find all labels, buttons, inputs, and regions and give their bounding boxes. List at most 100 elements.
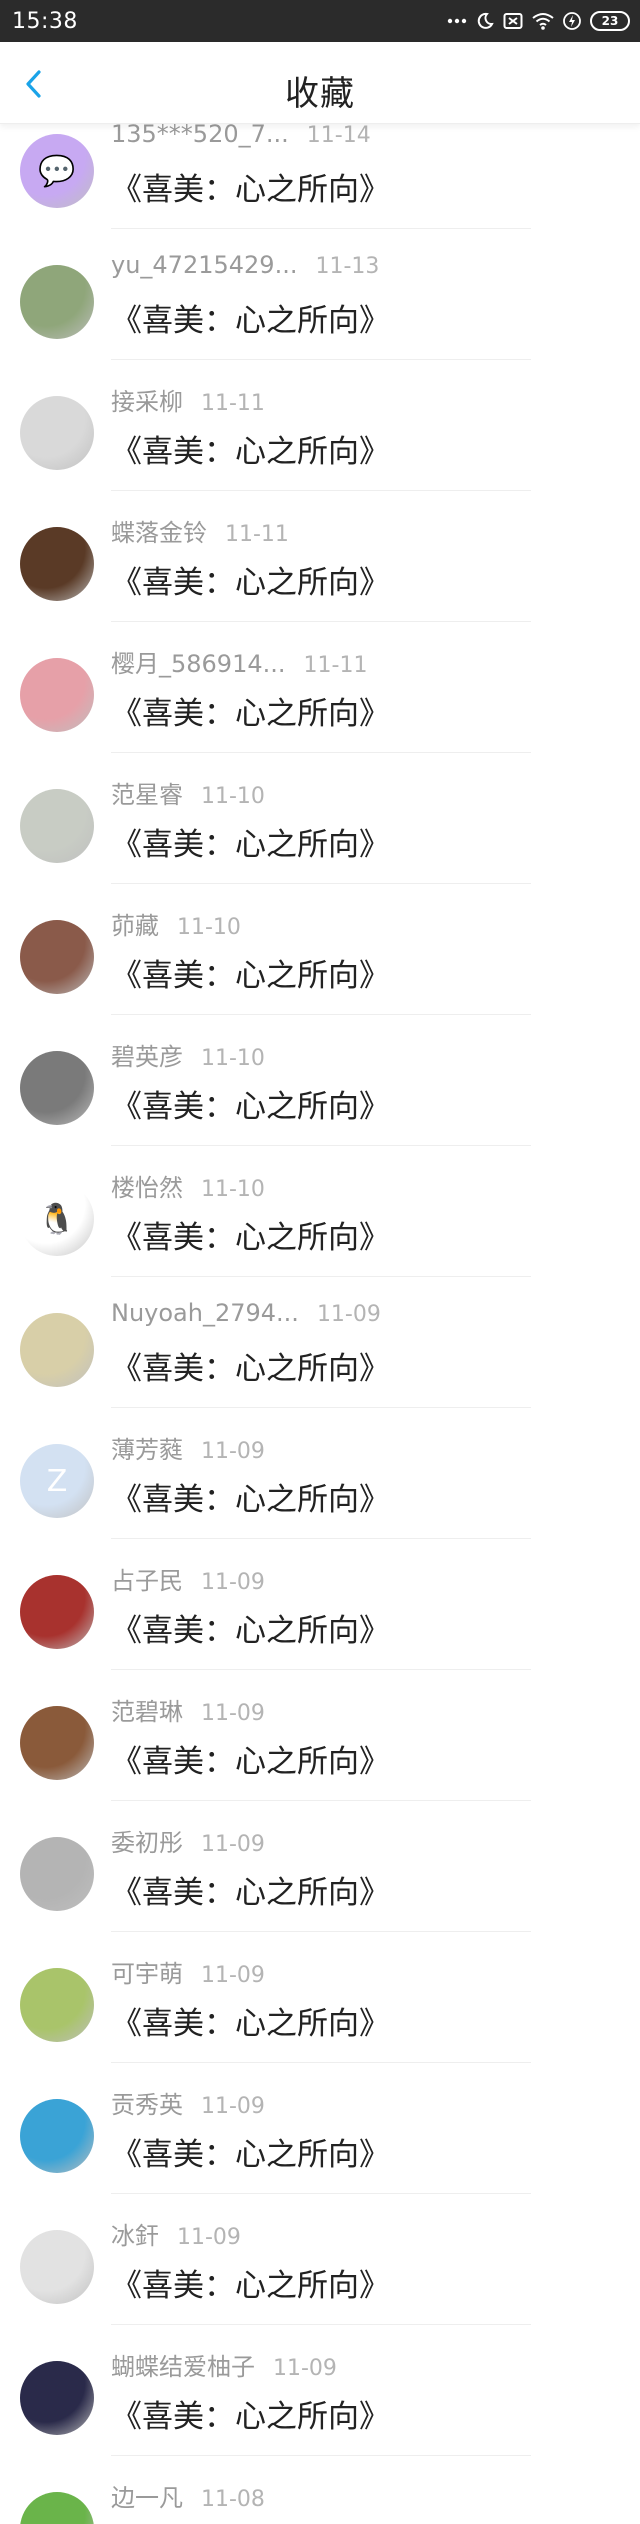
avatar[interactable] [20, 2230, 94, 2304]
favorite-title[interactable]: 《喜美：心之所向》 [111, 1474, 390, 1519]
favorite-title[interactable]: 《喜美：心之所向》 [111, 1867, 390, 1912]
user-name[interactable]: 占子民 [111, 1561, 183, 1596]
item-meta: 薄芳蕤 11-09 [111, 1430, 265, 1466]
page-title: 收藏 [285, 74, 355, 114]
item-date: 11-09 [316, 1302, 381, 1327]
row-divider [111, 1145, 531, 1146]
avatar[interactable] [20, 2492, 94, 2524]
user-name[interactable]: 委初彤 [111, 1823, 183, 1858]
list-item[interactable]: Nuyoah_2794... 11-09 《喜美：心之所向》 [0, 1299, 640, 1430]
user-name[interactable]: 碧英彦 [111, 1037, 183, 1072]
user-name[interactable]: 范碧琳 [111, 1692, 183, 1727]
user-name[interactable]: 冰釬 [111, 2216, 159, 2251]
avatar[interactable] [20, 265, 94, 339]
favorite-title[interactable]: 《喜美：心之所向》 [111, 819, 390, 864]
favorite-title[interactable]: 《喜美：心之所向》 [111, 2129, 390, 2174]
avatar[interactable] [20, 2099, 94, 2173]
list-item[interactable]: 范星睿 11-10 《喜美：心之所向》 [0, 775, 640, 906]
favorite-title[interactable]: 《喜美：心之所向》 [111, 2391, 390, 2436]
list-item[interactable]: 蝶落金铃 11-11 《喜美：心之所向》 [0, 513, 640, 644]
favorite-title[interactable]: 《喜美：心之所向》 [111, 164, 390, 209]
avatar[interactable] [20, 527, 94, 601]
list-item[interactable]: 樱月_586914... 11-11 《喜美：心之所向》 [0, 644, 640, 775]
user-name[interactable]: 蝴蝶结爱柚子 [111, 2347, 255, 2382]
user-name[interactable]: 范星睿 [111, 775, 183, 810]
avatar[interactable] [20, 396, 94, 470]
avatar[interactable] [20, 1575, 94, 1649]
row-divider [111, 490, 531, 491]
row-divider [111, 1014, 531, 1015]
favorite-title[interactable]: 《喜美：心之所向》 [111, 688, 390, 733]
favorite-title[interactable]: 《喜美：心之所向》 [111, 1343, 390, 1388]
favorite-title[interactable]: 《喜美：心之所向》 [111, 950, 390, 995]
avatar[interactable]: Z [20, 1444, 94, 1518]
avatar[interactable] [20, 789, 94, 863]
avatar-glyph: 🐧 [38, 1201, 76, 1237]
row-divider [111, 752, 531, 753]
list-item[interactable]: 蝴蝶结爱柚子 11-09 《喜美：心之所向》 [0, 2347, 640, 2478]
avatar[interactable]: 🐧 [20, 1182, 94, 1256]
list-item[interactable]: 💬 135***520_7... 11-14 《喜美：心之所向》 [0, 124, 640, 251]
favorite-title[interactable]: 《喜美：心之所向》 [111, 295, 390, 340]
item-meta: 135***520_7... 11-14 [111, 124, 371, 156]
user-name[interactable]: 楼怡然 [111, 1168, 183, 1203]
avatar[interactable] [20, 2361, 94, 2435]
item-meta: 碧英彦 11-10 [111, 1037, 265, 1073]
user-name[interactable]: 边一凡 [111, 2478, 183, 2513]
avatar[interactable] [20, 1313, 94, 1387]
row-divider [111, 1669, 531, 1670]
list-item[interactable]: Z 薄芳蕤 11-09 《喜美：心之所向》 [0, 1430, 640, 1561]
item-date: 11-11 [225, 522, 289, 547]
user-name[interactable]: Nuyoah_2794... [111, 1299, 299, 1327]
avatar[interactable] [20, 658, 94, 732]
favorite-title[interactable]: 《喜美：心之所向》 [111, 1736, 390, 1781]
list-item[interactable]: 茆藏 11-10 《喜美：心之所向》 [0, 906, 640, 1037]
list-item[interactable]: 边一凡 11-08 [0, 2478, 640, 2524]
list-item[interactable]: yu_47215429... 11-13 《喜美：心之所向》 [0, 251, 640, 382]
status-icons: 23 [447, 11, 630, 31]
item-date: 11-10 [201, 784, 265, 809]
user-name[interactable]: 薄芳蕤 [111, 1430, 183, 1465]
user-name[interactable]: 蝶落金铃 [111, 513, 207, 548]
list-item[interactable]: 碧英彦 11-10 《喜美：心之所向》 [0, 1037, 640, 1168]
favorite-title[interactable]: 《喜美：心之所向》 [111, 1998, 390, 2043]
avatar-glyph: Z [46, 1463, 68, 1499]
favorite-title[interactable]: 《喜美：心之所向》 [111, 2260, 390, 2305]
moon-icon [476, 12, 494, 30]
favorite-title[interactable]: 《喜美：心之所向》 [111, 1081, 390, 1126]
list-item[interactable]: 占子民 11-09 《喜美：心之所向》 [0, 1561, 640, 1692]
list-item[interactable]: 🐧 楼怡然 11-10 《喜美：心之所向》 [0, 1168, 640, 1299]
favorite-title[interactable]: 《喜美：心之所向》 [111, 557, 390, 602]
user-name[interactable]: 茆藏 [111, 906, 159, 941]
user-name[interactable]: 贡秀英 [111, 2085, 183, 2120]
charging-icon [563, 12, 581, 30]
avatar[interactable] [20, 1051, 94, 1125]
item-date: 11-11 [201, 391, 265, 416]
item-meta: 占子民 11-09 [111, 1561, 265, 1597]
item-meta: 委初彤 11-09 [111, 1823, 265, 1859]
item-date: 11-09 [273, 2356, 337, 2381]
avatar[interactable] [20, 1706, 94, 1780]
favorite-title[interactable]: 《喜美：心之所向》 [111, 426, 390, 471]
avatar[interactable] [20, 920, 94, 994]
list-item[interactable]: 贡秀英 11-09 《喜美：心之所向》 [0, 2085, 640, 2216]
favorite-title[interactable]: 《喜美：心之所向》 [111, 1212, 390, 1257]
list-item[interactable]: 可宇萌 11-09 《喜美：心之所向》 [0, 1954, 640, 2085]
item-meta: 樱月_586914... 11-11 [111, 644, 367, 680]
user-name[interactable]: 135***520_7... [111, 124, 289, 148]
dots-icon [447, 17, 467, 25]
list-item[interactable]: 冰釬 11-09 《喜美：心之所向》 [0, 2216, 640, 2347]
user-name[interactable]: 樱月_586914... [111, 644, 286, 679]
avatar[interactable]: 💬 [20, 134, 94, 208]
avatar[interactable] [20, 1837, 94, 1911]
user-name[interactable]: 可宇萌 [111, 1954, 183, 1989]
avatar[interactable] [20, 1968, 94, 2042]
item-date: 11-09 [201, 1439, 265, 1464]
favorite-title[interactable]: 《喜美：心之所向》 [111, 1605, 390, 1650]
user-name[interactable]: 接采柳 [111, 382, 183, 417]
list-item[interactable]: 委初彤 11-09 《喜美：心之所向》 [0, 1823, 640, 1954]
user-name[interactable]: yu_47215429... [111, 251, 297, 279]
list-item[interactable]: 接采柳 11-11 《喜美：心之所向》 [0, 382, 640, 513]
item-date: 11-09 [201, 1570, 265, 1595]
list-item[interactable]: 范碧琳 11-09 《喜美：心之所向》 [0, 1692, 640, 1823]
